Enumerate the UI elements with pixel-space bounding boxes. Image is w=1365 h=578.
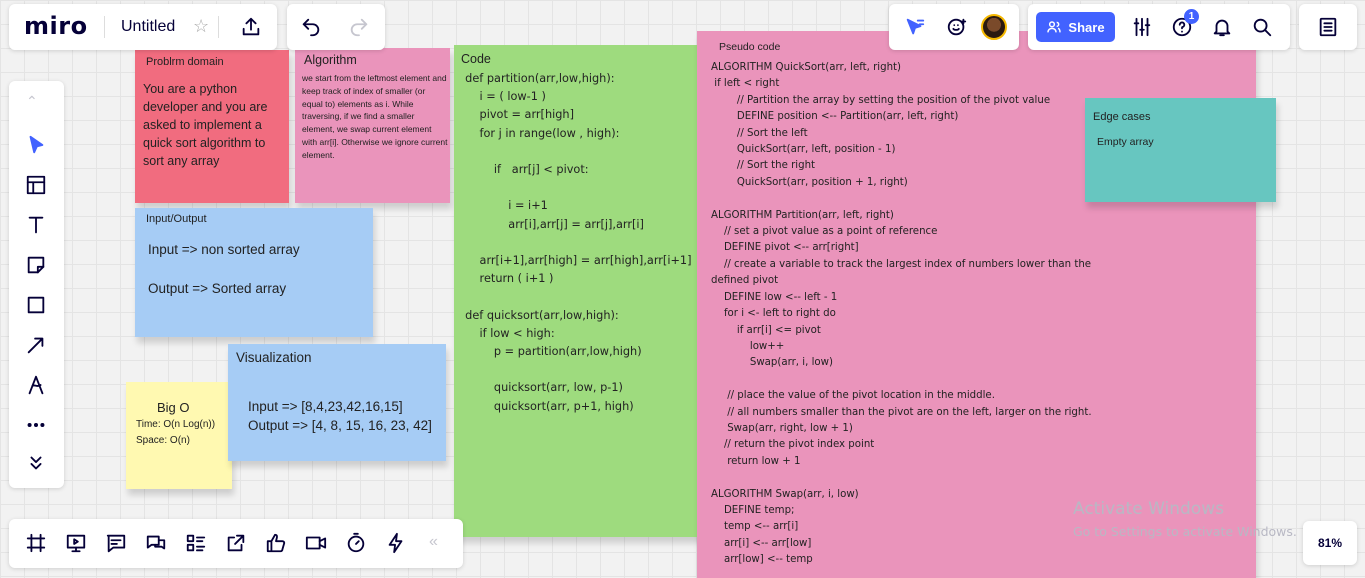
more-tools-icon[interactable] [16,405,56,445]
notifications-bell-icon[interactable] [1202,7,1242,47]
share-button[interactable]: Share [1036,12,1115,42]
templates-icon[interactable] [16,165,56,205]
shape-icon[interactable] [16,285,56,325]
sticky-body: You are a python developer and you are a… [143,82,268,168]
star-icon[interactable]: ☆ [193,16,209,37]
pen-icon[interactable] [16,365,56,405]
sticky-title: Edge cases [1093,111,1151,123]
sticky-problem-domain[interactable]: Problrm domain You are a python develope… [135,50,289,203]
collapse-up-icon[interactable]: ⌃ [26,93,38,110]
sticky-code[interactable]: Code def partition(arr,low,high): i = ( … [454,45,701,537]
sticky-algorithm[interactable]: Algorithm we start from the leftmost ele… [295,48,450,203]
sticky-edge-cases[interactable]: Edge cases Empty array [1085,98,1276,202]
sticky-visualization[interactable]: Visualization Input => [8,4,23,42,16,15]… [228,344,446,461]
text-tool-icon[interactable] [16,205,56,245]
pseudo-body: ALGORITHM QuickSort(arr, left, right) if… [711,62,1092,566]
cards-list-icon[interactable] [176,523,216,563]
board-title[interactable]: Untitled [121,18,175,36]
bigo-time: Time: O(n Log(n)) [136,419,216,430]
expand-down-icon[interactable] [16,443,56,483]
sticky-title: Input/Output [146,213,207,225]
sticky-title: Pseudo code [719,41,781,53]
cursor-filter-icon[interactable] [895,7,935,47]
settings-sliders-icon[interactable] [1122,7,1162,47]
chat-icon[interactable] [136,523,176,563]
sticky-big-o[interactable]: Big O Time: O(n Log(n)) Space: O(n) [126,382,232,489]
divider [218,16,219,38]
share-panel: Share 1 [1028,4,1290,50]
collaboration-panel [889,4,1019,50]
users-icon [1046,19,1062,35]
miro-logo[interactable]: miro [24,12,88,40]
board-menu-icon[interactable] [1308,7,1348,47]
sticky-title: Problrm domain [146,56,224,68]
share-screen-icon[interactable] [216,523,256,563]
search-icon[interactable] [1242,7,1282,47]
undo-redo-panel [287,4,385,50]
collapse-left-icon[interactable]: « [429,533,438,551]
io-output: Output => Sorted array [148,281,287,296]
divider [104,16,105,38]
sticky-body: we start from the leftmost element and k… [302,73,448,160]
video-call-icon[interactable] [296,523,336,563]
comments-icon[interactable] [96,523,136,563]
export-icon[interactable] [231,7,271,47]
activate-windows-subtitle: Go to Settings to activate Windows. [1073,524,1297,539]
sticky-note-icon[interactable] [16,245,56,285]
board-header: miro Untitled ☆ [9,4,277,50]
sticky-title: Visualization [236,350,312,365]
redo-icon[interactable] [339,7,379,47]
bigo-space: Space: O(n) [136,435,190,446]
frames-icon[interactable] [16,523,56,563]
help-badge: 1 [1184,9,1199,24]
select-cursor-icon[interactable] [16,125,56,165]
reaction-icon[interactable] [937,7,977,47]
sticky-title: Algorithm [304,53,357,67]
viz-output: Output => [4, 8, 15, 16, 23, 42] [248,418,432,433]
board-list-panel [1299,4,1357,50]
sticky-title: Big O [157,400,190,415]
bottom-toolbar: « [9,519,463,568]
presentation-icon[interactable] [56,523,96,563]
user-avatar[interactable] [981,14,1007,40]
sticky-title: Code [461,52,491,66]
zoom-level[interactable]: 81% [1318,536,1342,550]
lightning-icon[interactable] [376,523,416,563]
thumbs-up-icon[interactable] [256,523,296,563]
undo-icon[interactable] [291,7,331,47]
io-input: Input => non sorted array [148,242,300,257]
sticky-body: Empty array [1097,136,1154,148]
sticky-input-output[interactable]: Input/Output Input => non sorted array O… [135,208,373,337]
share-label: Share [1068,19,1105,35]
activate-windows-title: Activate Windows [1073,499,1224,519]
code-body: def partition(arr,low,high): i = ( low-1… [465,72,692,413]
zoom-panel: 81% [1303,521,1357,565]
left-toolbar: ⌃ [9,81,64,488]
connection-line-icon[interactable] [16,325,56,365]
viz-input: Input => [8,4,23,42,16,15] [248,399,403,414]
timer-icon[interactable] [336,523,376,563]
